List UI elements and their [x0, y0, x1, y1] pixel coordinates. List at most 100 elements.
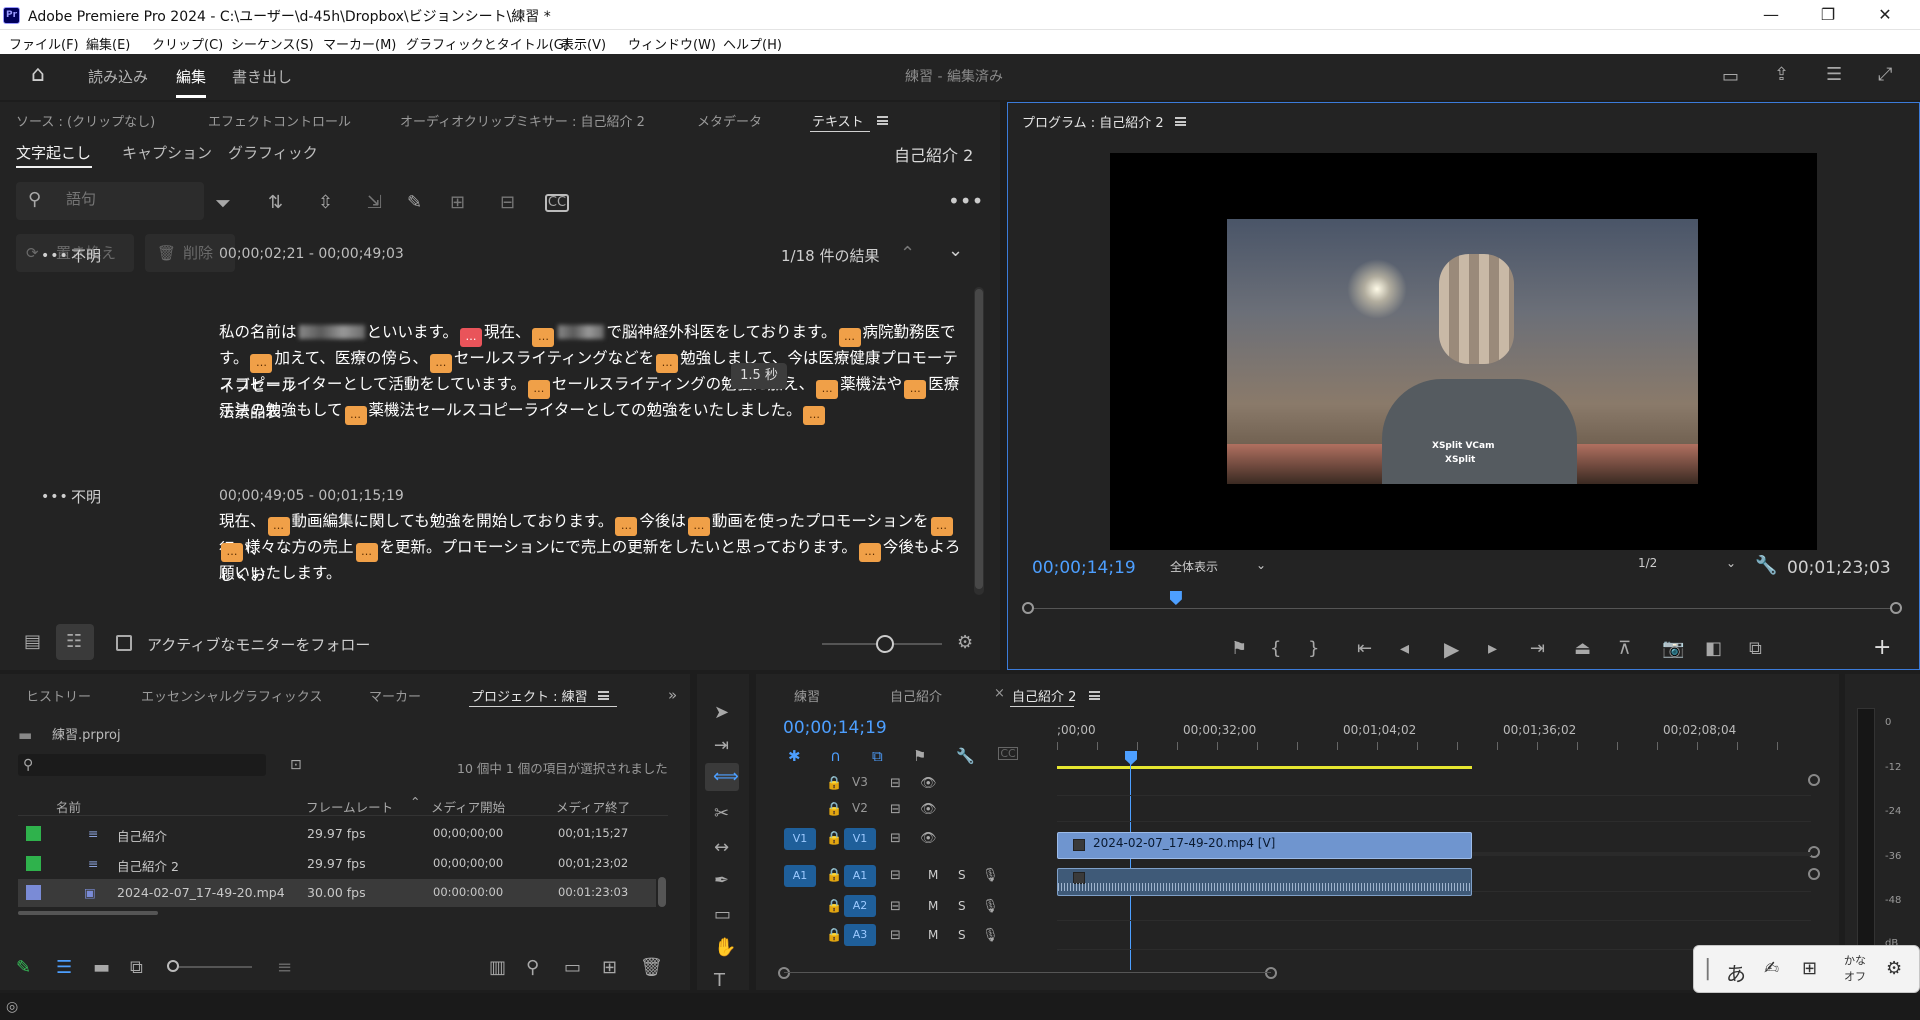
- solo-button[interactable]: S: [958, 868, 966, 882]
- background-task-icon[interactable]: ◎: [6, 998, 18, 1016]
- selection-tool-icon[interactable]: ➤: [714, 704, 729, 722]
- ime-kana-label[interactable]: かな: [1844, 952, 1866, 968]
- video-frame[interactable]: XSplit VCam XSplit: [1110, 153, 1817, 550]
- lock-icon[interactable]: 🔒: [826, 867, 842, 885]
- speaker-view-button[interactable]: ☷: [56, 624, 94, 660]
- rectangle-tool-icon[interactable]: ▭: [714, 906, 731, 924]
- lock-icon[interactable]: 🔒: [826, 927, 842, 945]
- col-media-start[interactable]: メディア開始: [431, 797, 505, 816]
- playhead-timecode[interactable]: 00;00;14;19: [1032, 558, 1136, 578]
- workspaces-menu-icon[interactable]: ☰: [1826, 66, 1842, 84]
- label-color-swatch[interactable]: [26, 885, 41, 900]
- microphone-icon[interactable]: 🎙: [982, 927, 999, 945]
- tab-project[interactable]: プロジェクト : 練習: [471, 686, 588, 705]
- lock-icon[interactable]: 🔒: [826, 898, 842, 916]
- add-marker-icon[interactable]: ⚑: [913, 747, 926, 765]
- expand-panels-icon[interactable]: »: [668, 686, 677, 704]
- transcript-line[interactable]: 私の名前は といいます。… 現在、… で脳神経外科医をしております。… 病院勤務医で: [219, 319, 964, 347]
- restore-button[interactable]: ❐: [1808, 2, 1848, 28]
- track-select-tool-icon[interactable]: ⇥: [714, 737, 729, 755]
- write-on-icon[interactable]: ✎: [16, 959, 31, 977]
- work-area-bar[interactable]: [1057, 766, 1472, 769]
- sync-lock-icon[interactable]: ⊟: [890, 898, 901, 916]
- program-playhead[interactable]: [1169, 591, 1182, 605]
- transcript-line[interactable]: 願いいたします。: [219, 560, 964, 586]
- audio-clip[interactable]: [1057, 868, 1472, 896]
- extract-icon[interactable]: ⊼: [1618, 640, 1631, 658]
- razor-tool-icon[interactable]: ✂: [714, 805, 729, 823]
- sort-ascending-icon[interactable]: ⌃: [410, 794, 420, 809]
- pause-marker[interactable]: …: [344, 406, 367, 425]
- track-target-a3[interactable]: A3: [844, 924, 876, 946]
- new-search-bin-icon[interactable]: ⊡: [290, 756, 302, 774]
- project-item-row[interactable]: ≡ 自己紹介 2 29.97 fps 00;00;00;00 00;01;23;…: [18, 850, 668, 878]
- clear-icon[interactable]: 🗑: [640, 959, 663, 977]
- sync-lock-icon[interactable]: ⊟: [890, 801, 901, 819]
- menu-help[interactable]: ヘルプ(H): [723, 34, 782, 53]
- nest-icon[interactable]: ✱: [788, 747, 801, 765]
- transcript-scrollbar[interactable]: [974, 287, 984, 595]
- sync-lock-icon[interactable]: ⊟: [890, 775, 901, 793]
- tab-source[interactable]: ソース : (クリップなし): [16, 111, 155, 130]
- tab-sequence-jikoshokai[interactable]: 自己紹介: [890, 686, 942, 705]
- mute-button[interactable]: M: [928, 899, 938, 913]
- project-item-row[interactable]: ≡ 自己紹介 29.97 fps 00;00;00;00 00;01;15;27: [18, 820, 668, 848]
- solo-button[interactable]: S: [958, 899, 966, 913]
- camera-icon[interactable]: 📷: [1662, 640, 1684, 658]
- fit-dropdown[interactable]: 全体表示 ⌄: [1170, 558, 1272, 578]
- merge-up-down-icon[interactable]: ⇳: [318, 194, 333, 212]
- filter-icon[interactable]: ⏷: [215, 193, 231, 213]
- transcript-line[interactable]: 示法の勉強もして… 薬機法セールスコピーライターとしての勉強をいたしました。…: [219, 397, 964, 425]
- wrench-icon[interactable]: 🔧: [1755, 557, 1777, 575]
- snap-icon[interactable]: ∩: [830, 747, 841, 765]
- tab-essential-graphics[interactable]: エッセンシャルグラフィックス: [141, 686, 322, 705]
- tab-text[interactable]: テキスト: [812, 111, 864, 130]
- ime-settings-icon[interactable]: ⚙: [1886, 958, 1902, 979]
- chevron-down-icon[interactable]: ⌄: [948, 242, 963, 260]
- tab-audio-clip-mixer[interactable]: オーディオクリップミキサー : 自己紹介 2: [400, 111, 645, 130]
- program-monitor-menu-icon[interactable]: [1175, 117, 1186, 126]
- panel-layout-icon[interactable]: ▭: [1722, 68, 1739, 86]
- mute-button[interactable]: M: [928, 868, 938, 882]
- mark-in-icon[interactable]: {: [1270, 640, 1281, 658]
- eye-icon[interactable]: 👁: [920, 830, 937, 848]
- home-icon[interactable]: ⌂: [31, 64, 45, 86]
- proxy-toggle-icon[interactable]: ⧉: [1749, 640, 1762, 658]
- speaker-label[interactable]: 不明: [71, 245, 101, 266]
- source-patch-a1[interactable]: A1: [784, 865, 816, 887]
- follow-monitor-checkbox[interactable]: [116, 635, 132, 651]
- scrubber-left-handle[interactable]: [1022, 602, 1034, 614]
- pause-marker[interactable]: …: [803, 406, 826, 425]
- tab-import[interactable]: 読み込み: [88, 66, 148, 87]
- more-options-icon[interactable]: •••: [948, 191, 983, 211]
- ime-off-label[interactable]: オフ: [1844, 968, 1866, 984]
- menu-file[interactable]: ファイル(F): [9, 34, 79, 53]
- speaker-menu-icon[interactable]: •••: [41, 248, 69, 264]
- track-target-a1[interactable]: A1: [844, 865, 876, 887]
- settings-sliders-icon[interactable]: ⚙: [957, 634, 973, 652]
- col-media-end[interactable]: メディア終了: [556, 797, 630, 816]
- menu-view[interactable]: 表示(V): [561, 34, 606, 53]
- ime-mode-button[interactable]: あ: [1726, 958, 1746, 987]
- wrench-icon[interactable]: 🔧: [956, 747, 975, 765]
- mute-button[interactable]: M: [928, 928, 938, 942]
- timeline-timecode[interactable]: 00;00;14;19: [783, 718, 887, 738]
- zoom-slider-handle[interactable]: [876, 635, 894, 653]
- caption-icon[interactable]: CC: [545, 194, 569, 212]
- label-color-swatch[interactable]: [26, 856, 41, 871]
- tab-effect-controls[interactable]: エフェクトコントロール: [208, 111, 351, 130]
- panel-menu-icon[interactable]: [877, 116, 888, 125]
- slip-tool-icon[interactable]: ↔: [714, 839, 729, 857]
- speaker-menu-icon[interactable]: •••: [41, 489, 69, 505]
- sync-lock-icon[interactable]: ⊟: [890, 927, 901, 945]
- track-target-a2[interactable]: A2: [844, 895, 876, 917]
- label-color-swatch[interactable]: [26, 826, 41, 841]
- timeline-menu-icon[interactable]: [1089, 691, 1100, 700]
- ime-dictionary-icon[interactable]: ⊞: [1802, 958, 1817, 979]
- pencil-icon[interactable]: ✎: [407, 194, 422, 212]
- video-clip[interactable]: 2024-02-07_17-49-20.mp4 [V]: [1057, 832, 1472, 859]
- menu-sequence[interactable]: シーケンス(S): [231, 34, 314, 53]
- step-back-icon[interactable]: ◂: [1400, 640, 1409, 658]
- go-to-out-icon[interactable]: ⇥: [1530, 640, 1545, 658]
- linked-selection-icon[interactable]: ⧉: [872, 747, 883, 765]
